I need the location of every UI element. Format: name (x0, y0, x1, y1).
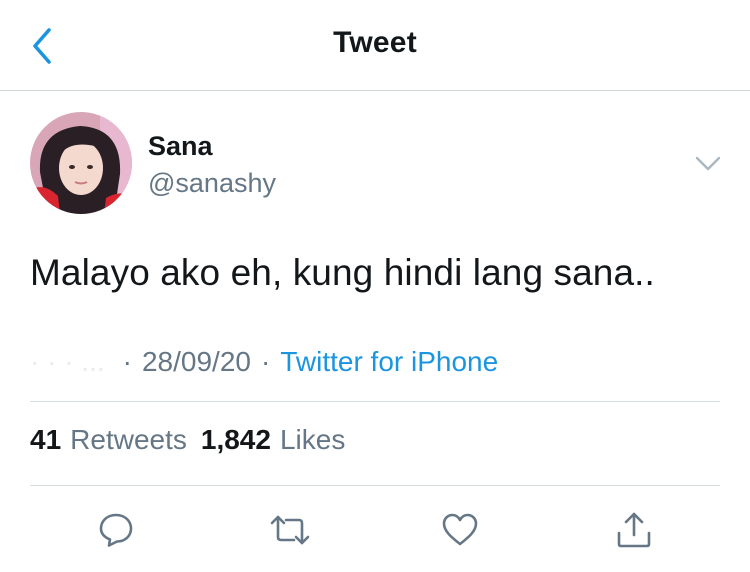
navigation-bar: Tweet (0, 0, 750, 91)
share-icon (617, 512, 651, 548)
page-title: Tweet (333, 26, 417, 59)
meta-separator: · (260, 346, 271, 377)
engagement-stats: 41 Retweets 1,842 Likes (30, 424, 345, 456)
retweets-label[interactable]: Retweets (70, 424, 187, 456)
heart-icon (442, 513, 478, 546)
tweet-text: Malayo ako eh, kung hindi lang sana.. (30, 252, 655, 293)
author-handle[interactable]: @sanashy (148, 168, 276, 199)
tweet-metadata: · · · ... · 28/09/20 · Twitter for iPhon… (30, 342, 498, 382)
tweet-time: · · · ... (30, 346, 105, 377)
chevron-down-icon (695, 156, 721, 171)
likes-count[interactable]: 1,842 (201, 424, 271, 456)
profile-photo (30, 112, 132, 214)
retweet-icon (270, 515, 310, 545)
retweets-count[interactable]: 41 (30, 424, 61, 456)
retweet-button[interactable] (268, 508, 312, 552)
tweet-options-button[interactable] (692, 150, 724, 178)
likes-label[interactable]: Likes (280, 424, 345, 456)
reply-button[interactable] (94, 508, 138, 552)
meta-separator: · (122, 346, 132, 377)
like-button[interactable] (438, 508, 482, 552)
tweet-date: 28/09/20 (141, 346, 251, 377)
author-display-name[interactable]: Sana (148, 131, 213, 162)
share-button[interactable] (612, 508, 656, 552)
comment-icon (99, 513, 133, 547)
divider (30, 401, 720, 402)
tweet-source-link[interactable]: Twitter for iPhone (280, 346, 498, 378)
divider (30, 485, 720, 486)
avatar[interactable] (30, 112, 132, 214)
